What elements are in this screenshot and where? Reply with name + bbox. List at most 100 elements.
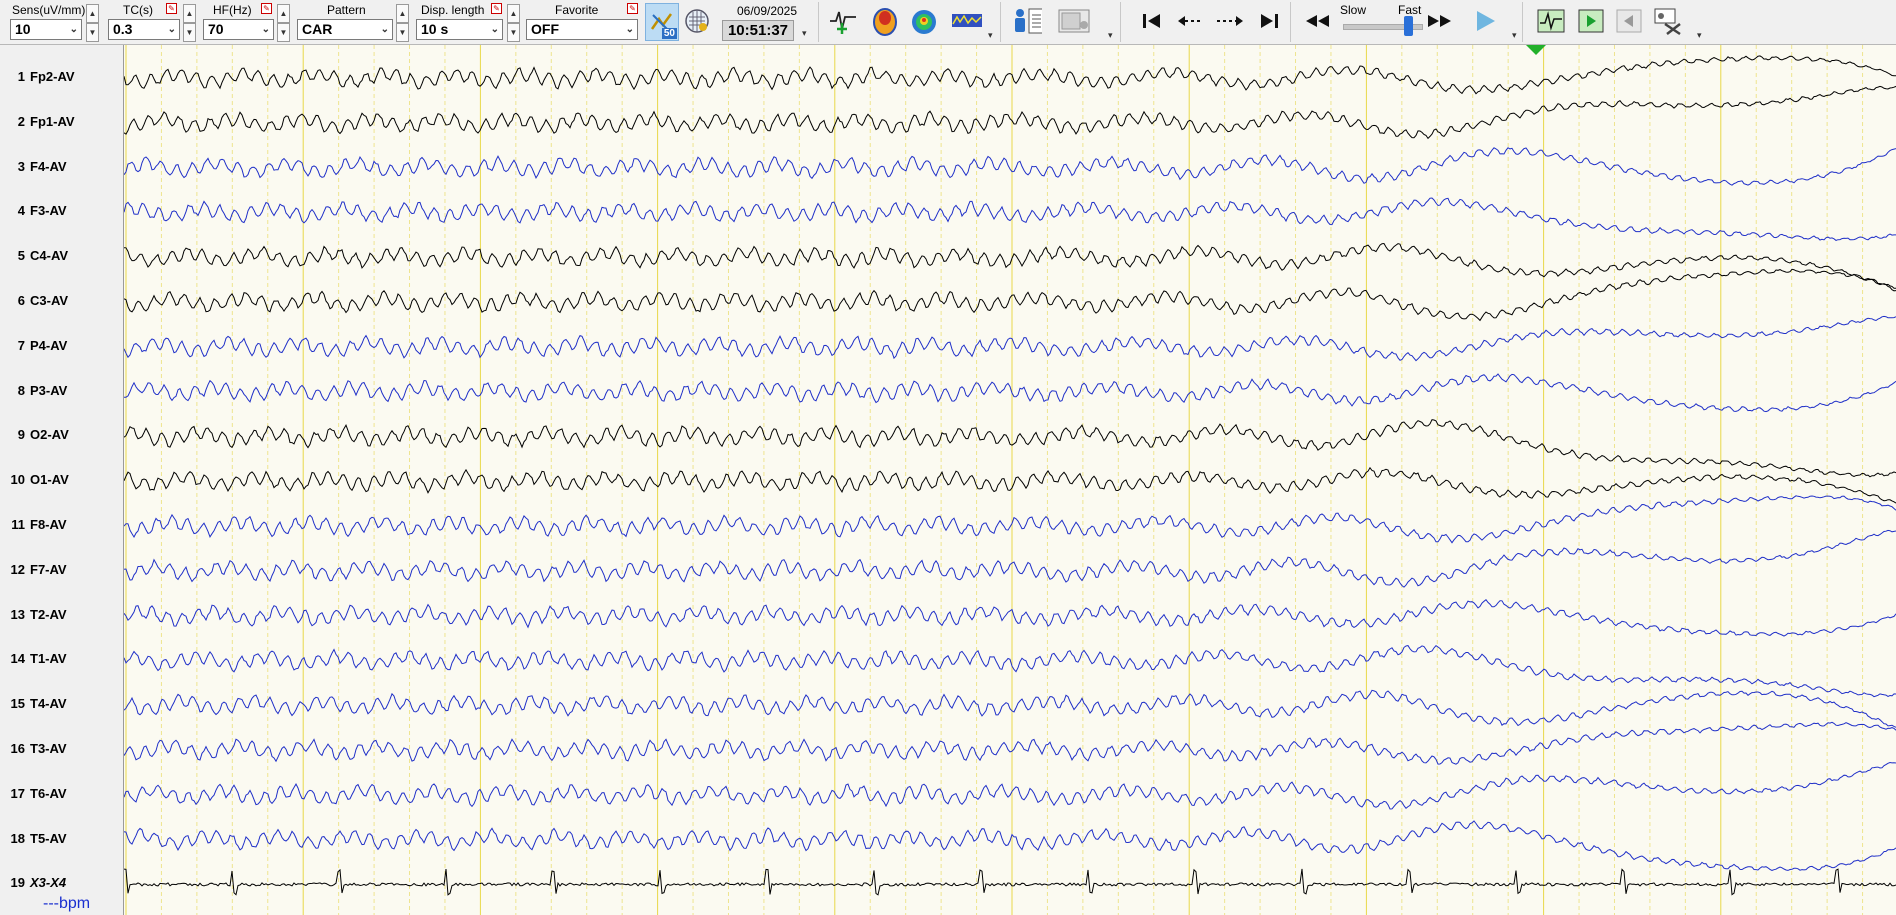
video-button[interactable] bbox=[1056, 5, 1092, 37]
channel-number: 12 bbox=[10, 561, 25, 577]
hf-up-button[interactable]: ▲ bbox=[277, 4, 290, 23]
video-panel-icon bbox=[1058, 9, 1090, 33]
pattern-select[interactable]: CAR ⌄ bbox=[297, 19, 393, 40]
separator bbox=[1290, 2, 1291, 42]
favorite-select[interactable]: OFF ⌄ bbox=[526, 19, 638, 40]
jump-last-icon bbox=[1261, 14, 1278, 28]
step-forward-button[interactable] bbox=[1215, 5, 1245, 37]
channel-number: 17 bbox=[10, 785, 25, 801]
channel-label[interactable]: 6 C3-AV bbox=[0, 291, 123, 311]
channel-label[interactable]: 12 F7-AV bbox=[0, 560, 123, 580]
play-button[interactable] bbox=[1470, 5, 1500, 37]
time-display[interactable]: 10:51:37 bbox=[722, 20, 794, 41]
disp-length-value: 10 s bbox=[421, 21, 449, 37]
channel-label[interactable]: 2 Fp1-AV bbox=[0, 112, 123, 132]
patient-info-button[interactable] bbox=[1012, 5, 1042, 37]
play-dropdown-icon[interactable]: ▾ bbox=[1512, 30, 1517, 41]
eeg-trace-area[interactable] bbox=[124, 45, 1896, 915]
channel-label[interactable]: 8 P3-AV bbox=[0, 381, 123, 401]
play-marker-icon bbox=[1578, 9, 1604, 33]
channel-name: T6-AV bbox=[30, 785, 67, 801]
marker-button[interactable] bbox=[828, 5, 858, 37]
color-map-button[interactable] bbox=[909, 5, 939, 37]
channel-name: O2-AV bbox=[30, 427, 69, 443]
channel-label[interactable]: 3 F4-AV bbox=[0, 157, 123, 177]
video-dropdown-icon[interactable]: ▾ bbox=[1108, 30, 1113, 41]
channel-name: X3-X4 bbox=[30, 875, 67, 891]
disp-length-select[interactable]: 10 s ⌄ bbox=[416, 19, 503, 40]
color-head-map-icon bbox=[912, 10, 936, 34]
separator bbox=[1522, 2, 1523, 42]
channel-label[interactable]: 19 X3-X4 bbox=[0, 873, 123, 893]
channel-label[interactable]: 1 Fp2-AV bbox=[0, 67, 123, 87]
back-marker-button[interactable] bbox=[1614, 5, 1644, 37]
channel-label[interactable]: 16 T3-AV bbox=[0, 739, 123, 759]
channel-label[interactable]: 15 T4-AV bbox=[0, 694, 123, 714]
channel-name: T5-AV bbox=[30, 830, 67, 846]
channel-label[interactable]: 4 F3-AV bbox=[0, 201, 123, 221]
topomap-button[interactable] bbox=[870, 5, 900, 37]
tc-down-button[interactable]: ▼ bbox=[183, 23, 196, 42]
disp-length-edit-icon[interactable]: ✎ bbox=[491, 3, 502, 14]
speed-slider[interactable] bbox=[1343, 16, 1423, 36]
spectrum-button[interactable] bbox=[950, 5, 984, 37]
channel-label[interactable]: 10 O1-AV bbox=[0, 470, 123, 490]
first-page-button[interactable] bbox=[1137, 5, 1167, 37]
favorite-edit-icon[interactable]: ✎ bbox=[627, 3, 638, 14]
tools-dropdown-icon[interactable]: ▾ bbox=[1697, 30, 1702, 41]
channel-label[interactable]: 7 P4-AV bbox=[0, 336, 123, 356]
channel-label[interactable]: 9 O2-AV bbox=[0, 425, 123, 445]
channel-number: 4 bbox=[17, 203, 25, 219]
channel-number: 16 bbox=[10, 741, 25, 756]
channel-label[interactable]: 17 T6-AV bbox=[0, 784, 123, 804]
time-dropdown-icon[interactable]: ▾ bbox=[802, 28, 807, 39]
channel-label[interactable]: 13 T2-AV bbox=[0, 605, 123, 625]
tc-select[interactable]: 0.3 ⌄ bbox=[108, 19, 180, 40]
tc-edit-icon[interactable]: ✎ bbox=[166, 3, 177, 14]
channel-name: F8-AV bbox=[30, 517, 67, 532]
favorite-value: OFF bbox=[531, 21, 559, 37]
chevron-down-icon: ⌄ bbox=[69, 24, 78, 35]
channel-label[interactable]: 14 T1-AV bbox=[0, 649, 123, 669]
channel-number: 7 bbox=[17, 337, 25, 353]
pattern-down-button[interactable]: ▼ bbox=[396, 23, 409, 42]
settings-tools-button[interactable] bbox=[1653, 5, 1683, 37]
rewind-icon bbox=[1306, 15, 1329, 27]
channel-name: T3-AV bbox=[30, 741, 67, 756]
hf-edit-icon[interactable]: ✎ bbox=[261, 3, 272, 14]
sens-label: Sens(uV/mm) bbox=[12, 3, 86, 17]
rewind-button[interactable] bbox=[1302, 5, 1332, 37]
channel-label[interactable]: 5 C4-AV bbox=[0, 246, 123, 266]
back-marker-icon bbox=[1616, 9, 1642, 33]
analysis-dropdown-icon[interactable]: ▾ bbox=[988, 30, 993, 41]
step-back-icon bbox=[1178, 16, 1203, 26]
disp-length-down-button[interactable]: ▼ bbox=[507, 23, 520, 42]
sens-down-button[interactable]: ▼ bbox=[86, 23, 99, 42]
channel-number: 10 bbox=[10, 472, 25, 488]
channel-name: Fp2-AV bbox=[30, 69, 75, 84]
spike-detect-button[interactable]: 50 bbox=[645, 3, 679, 41]
chevron-down-icon: ⌄ bbox=[490, 24, 499, 35]
sens-select[interactable]: 10 ⌄ bbox=[10, 19, 82, 40]
tc-up-button[interactable]: ▲ bbox=[183, 4, 196, 23]
speed-slider-thumb[interactable] bbox=[1403, 16, 1413, 36]
sens-up-button[interactable]: ▲ bbox=[86, 4, 99, 23]
montage-grid-button[interactable] bbox=[682, 5, 712, 37]
last-page-button[interactable] bbox=[1254, 5, 1284, 37]
fast-forward-button[interactable] bbox=[1425, 5, 1455, 37]
step-back-button[interactable] bbox=[1176, 5, 1206, 37]
hf-select[interactable]: 70 ⌄ bbox=[203, 19, 274, 40]
play-marker-button[interactable] bbox=[1576, 5, 1606, 37]
disp-length-up-button[interactable]: ▲ bbox=[507, 4, 520, 23]
speed-slow-label: Slow bbox=[1340, 3, 1367, 17]
pattern-up-button[interactable]: ▲ bbox=[396, 4, 409, 23]
spike-marker-icon bbox=[830, 11, 856, 34]
waveform-view-button[interactable] bbox=[1536, 5, 1566, 37]
channel-number: 6 bbox=[17, 293, 25, 308]
hf-label: HF(Hz) bbox=[213, 3, 252, 17]
separator bbox=[818, 2, 819, 42]
hf-down-button[interactable]: ▼ bbox=[277, 23, 290, 42]
channel-label[interactable]: 11 F8-AV bbox=[0, 515, 123, 535]
channel-label[interactable]: 18 T5-AV bbox=[0, 829, 123, 849]
channel-number: 14 bbox=[10, 651, 25, 667]
